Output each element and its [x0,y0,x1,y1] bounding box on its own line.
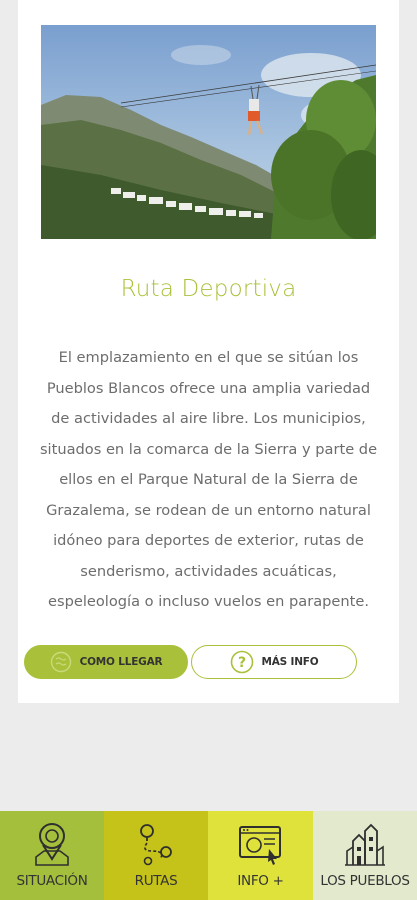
tab-situacion[interactable]: SITUACIÓN [0,811,104,900]
directions-label: COMO LLEGAR [79,656,163,668]
browser-info-icon [237,821,285,871]
more-info-button[interactable]: ? MÁS INFO [191,645,357,679]
village-icon [345,821,385,871]
map-icon [50,651,72,673]
route-description: El emplazamiento en el que se sitúan los… [39,349,378,610]
bottom-tab-bar: SITUACIÓN RUTAS INFO + LOS PUEBLOS [0,811,417,900]
route-card: Ruta Deportiva El emplazamiento en el qu… [18,0,399,703]
directions-button[interactable]: COMO LLEGAR [24,645,188,679]
tab-situacion-label: SITUACIÓN [16,873,88,889]
tab-rutas-label: RUTAS [134,873,178,889]
tab-los-pueblos[interactable]: LOS PUEBLOS [313,811,417,900]
zipline-photo [41,25,376,239]
route-icon [136,821,176,871]
hero-photo [41,25,376,239]
tab-rutas[interactable]: RUTAS [104,811,208,900]
more-info-label: MÁS INFO [261,656,319,668]
question-circle-icon: ? [230,650,254,674]
tab-info[interactable]: INFO + [208,811,313,900]
tab-los-pueblos-label: LOS PUEBLOS [320,873,410,889]
svg-text:?: ? [238,655,246,671]
map-pin-icon [32,821,72,871]
tab-info-label: INFO + [237,873,284,889]
route-title: Ruta Deportiva [120,276,297,302]
